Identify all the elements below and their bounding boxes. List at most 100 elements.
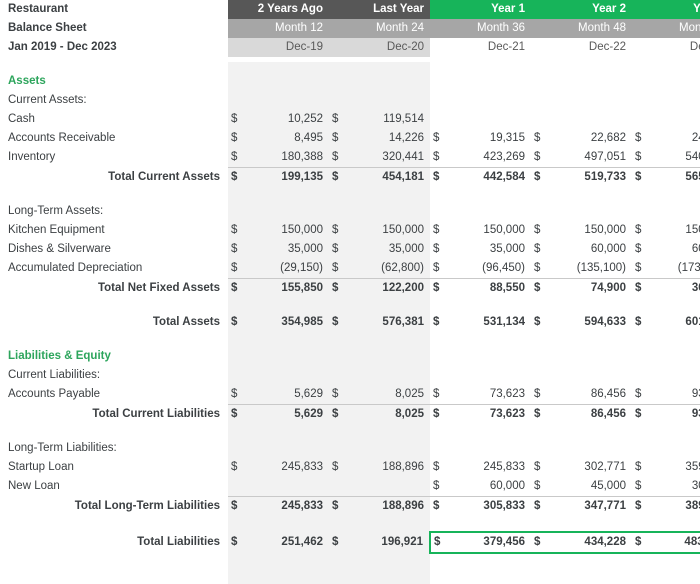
column-header-month-1: Month 24 (329, 19, 430, 38)
currency-symbol: $ (635, 224, 642, 236)
balance-sheet-spreadsheet: Restaurant 2 Years Ago Last Year Year 1 … (0, 0, 700, 584)
currency-symbol: $ (635, 388, 642, 400)
accumulated-depreciation-value-col2: (96,450) (482, 262, 525, 274)
currency-symbol: $ (635, 480, 642, 492)
currency-symbol: $ (429, 531, 446, 554)
new-loan-value-col1 (345, 477, 430, 497)
currency-symbol: $ (531, 278, 547, 298)
column-header-date-4: Dec-23 (689, 41, 700, 53)
currency-symbol: $ (635, 132, 642, 144)
balance-sheet-table: Restaurant 2 Years Ago Last Year Year 1 … (0, 0, 700, 554)
total-net-fixed-assets-value-col3: 74,900 (547, 278, 632, 298)
currency-symbol: $ (531, 531, 547, 554)
cash-value-col1: 119,514 (383, 113, 424, 125)
currency-symbol: $ (231, 113, 238, 125)
subheading-current-assets: Current Assets: (0, 91, 700, 110)
total-long-term-liabilities-value-col0: 245,833 (244, 496, 329, 516)
currency-symbol: $ (231, 461, 238, 473)
currency-symbol: $ (332, 316, 339, 328)
row-label-startup-loan: Startup Loan (8, 461, 74, 473)
currency-symbol: $ (231, 132, 238, 144)
total-current-liabilities-value-col2: 73,623 (446, 404, 531, 424)
currency-symbol: $ (433, 316, 440, 328)
currency-symbol (228, 477, 244, 497)
inventory-value-col3: 497,051 (584, 151, 626, 163)
currency-symbol: $ (632, 531, 648, 554)
current-assets-heading: Current Assets: (8, 94, 87, 106)
currency-symbol: $ (228, 278, 244, 298)
currency-symbol: $ (534, 388, 541, 400)
table-row-total-liabilities: Total Liabilities $ 251,462 $ 196,921 $ … (0, 531, 700, 554)
table-row-cash: Cash $ 10,252 $ 119,514 (0, 110, 700, 129)
currency-symbol: $ (430, 496, 446, 516)
total-assets-value-col4: 601,282 (685, 316, 700, 328)
row-label-kitchen-equipment: Kitchen Equipment (8, 224, 105, 236)
row-label-total-current-assets: Total Current Assets (108, 170, 220, 183)
total-long-term-liabilities-value-col1: 188,896 (345, 496, 430, 516)
currency-symbol: $ (433, 243, 440, 255)
startup-loan-value-col0: 245,833 (281, 461, 323, 473)
column-header-date-3: Dec-22 (588, 41, 626, 53)
row-label-total-long-term-liabilities: Total Long-Term Liabilities (74, 499, 220, 512)
currency-symbol: $ (231, 262, 238, 274)
currency-symbol: $ (231, 536, 238, 548)
table-row-total-assets: Total Assets $ 354,985 $ 576,381 $ 531,1… (0, 313, 700, 332)
current-liabilities-heading: Current Liabilities: (8, 369, 101, 381)
inventory-value-col4: 540,373 (685, 151, 700, 163)
currency-symbol: $ (433, 461, 440, 473)
accounts-payable-value-col1: 8,025 (395, 388, 424, 400)
currency-symbol (329, 477, 345, 497)
accumulated-depreciation-value-col1: (62,800) (381, 262, 424, 274)
total-current-assets-value-col3: 519,733 (547, 167, 632, 187)
total-liabilities-value-col1: 196,921 (381, 536, 423, 548)
long-term-liabilities-heading: Long-Term Liabilities: (8, 442, 117, 454)
currency-symbol: $ (332, 243, 339, 255)
accounts-receivable-value-col2: 19,315 (489, 132, 525, 144)
currency-symbol: $ (534, 132, 541, 144)
column-header-date-0: Dec-19 (228, 38, 329, 57)
currency-symbol: $ (231, 316, 238, 328)
accumulated-depreciation-value-col3: (135,100) (576, 262, 626, 274)
currency-symbol: $ (531, 496, 547, 516)
accounts-payable-value-col4: 93,992 (691, 388, 700, 400)
currency-symbol: $ (231, 151, 238, 163)
spacer-row (0, 187, 700, 202)
total-net-fixed-assets-value-col4: 36,250 (648, 278, 700, 298)
table-row-dishes-silverware: Dishes & Silverware $ 35,000 $ 35,000 $ … (0, 240, 700, 259)
currency-symbol: $ (534, 243, 541, 255)
currency-symbol (531, 110, 547, 129)
accounts-receivable-value-col4: 24,659 (691, 132, 700, 144)
currency-symbol: $ (632, 404, 648, 424)
startup-loan-value-col4: 359,709 (685, 461, 700, 473)
subheading-long-term-assets: Long-Term Assets: (0, 202, 700, 221)
total-long-term-liabilities-value-col3: 347,771 (547, 496, 632, 516)
total-current-liabilities-value-col4: 93,992 (648, 404, 700, 424)
total-assets-value-col3: 594,633 (584, 316, 626, 328)
accounts-receivable-value-col3: 22,682 (590, 132, 626, 144)
spacer-row (0, 516, 700, 532)
row-label-accounts-receivable: Accounts Receivable (8, 132, 116, 144)
row-label-accounts-payable: Accounts Payable (8, 388, 101, 401)
accumulated-depreciation-value-col0: (29,150) (280, 262, 323, 274)
spacer-row (0, 298, 700, 313)
total-liabilities-value-col0: 251,462 (281, 536, 323, 548)
currency-symbol: $ (433, 388, 440, 400)
row-label-new-loan: New Loan (8, 480, 60, 493)
currency-symbol: $ (332, 113, 339, 125)
assets-heading: Assets (8, 75, 46, 87)
statement-name: Balance Sheet (0, 19, 228, 38)
total-long-term-liabilities-value-col2: 305,833 (446, 496, 531, 516)
column-header-period-1: Last Year (329, 0, 430, 19)
subheading-long-term-liabilities: Long-Term Liabilities: (0, 439, 700, 458)
cash-value-col3 (547, 110, 632, 129)
currency-symbol: $ (531, 167, 547, 187)
section-heading-liabilities-equity: Liabilities & Equity (0, 347, 700, 366)
currency-symbol: $ (433, 151, 440, 163)
column-header-month-3: Month 48 (531, 19, 632, 38)
currency-symbol: $ (632, 167, 648, 187)
table-row-total-long-term-liabilities: Total Long-Term Liabilities $ 245,833 $ … (0, 496, 700, 516)
new-loan-value-col4: 30,000 (691, 480, 700, 492)
total-long-term-liabilities-value-col4: 389,709 (648, 496, 700, 516)
table-row-inventory: Inventory $ 180,388 $ 320,441 $ 423,269 … (0, 148, 700, 168)
currency-symbol: $ (635, 262, 642, 274)
